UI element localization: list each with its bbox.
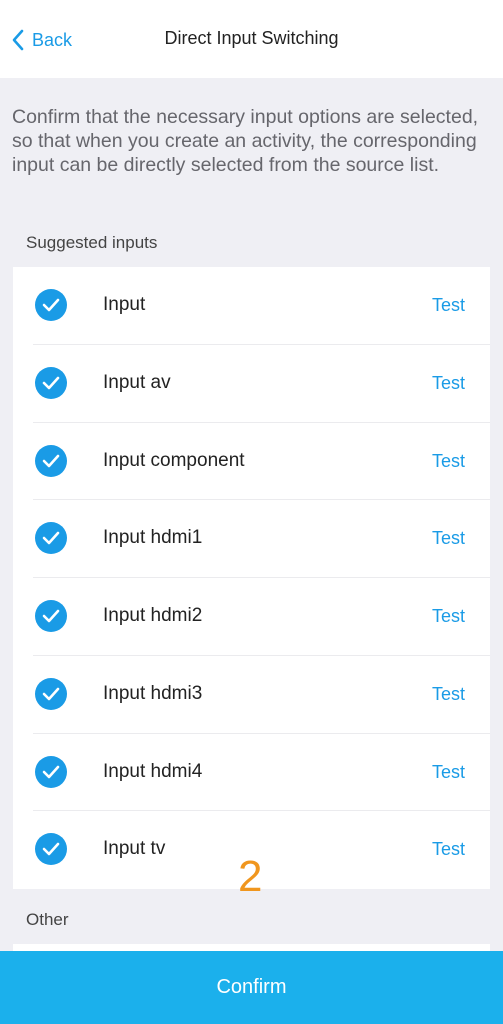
- check-circle-icon[interactable]: [35, 444, 67, 477]
- suggested-inputs-label: Suggested inputs: [26, 233, 158, 252]
- check-circle-icon[interactable]: [35, 522, 67, 555]
- input-row[interactable]: Input hdmi3 Test: [13, 656, 490, 734]
- page-title: Direct Input Switching: [164, 28, 339, 48]
- description-text: Confirm that the necessary input options…: [12, 106, 479, 176]
- input-label: Input: [103, 294, 146, 315]
- test-button[interactable]: Test: [432, 451, 465, 472]
- test-button[interactable]: Test: [432, 606, 465, 627]
- input-row[interactable]: Input hdmi4 Test: [13, 734, 490, 812]
- check-circle-icon[interactable]: [35, 289, 67, 321]
- test-button[interactable]: Test: [432, 295, 465, 316]
- input-row[interactable]: Input hdmi2 Test: [13, 578, 490, 656]
- check-circle-icon[interactable]: [35, 677, 67, 710]
- suggested-inputs-list: Input Test Input av Test Input component Test…: [13, 267, 490, 889]
- input-label: Input component: [103, 449, 245, 471]
- check-circle-icon[interactable]: [35, 600, 67, 632]
- overlay-number: 2: [238, 852, 263, 901]
- input-label: Input tv: [103, 838, 166, 860]
- nav-bar: Back Direct Input Switching: [0, 0, 503, 78]
- test-button[interactable]: Test: [432, 684, 465, 705]
- input-row[interactable]: Input component Test: [13, 423, 490, 501]
- test-button[interactable]: Test: [432, 839, 465, 860]
- check-circle-icon[interactable]: [35, 833, 67, 866]
- input-label: Input hdmi3: [103, 682, 203, 704]
- check-circle-icon[interactable]: [35, 366, 67, 399]
- other-label: Other: [26, 910, 69, 929]
- input-label: Input hdmi4: [103, 760, 203, 782]
- input-label: Input hdmi2: [103, 605, 203, 626]
- input-row[interactable]: Input av Test: [13, 345, 490, 423]
- test-button[interactable]: Test: [432, 373, 465, 394]
- check-circle-icon[interactable]: [35, 755, 67, 788]
- test-button[interactable]: Test: [432, 528, 465, 549]
- input-label: Input hdmi1: [103, 527, 203, 549]
- confirm-button[interactable]: Confirm: [0, 951, 503, 1024]
- input-row[interactable]: Input hdmi1 Test: [13, 500, 490, 578]
- input-label: Input av: [103, 371, 171, 393]
- input-row[interactable]: Input Test: [13, 267, 490, 345]
- test-button[interactable]: Test: [432, 762, 465, 783]
